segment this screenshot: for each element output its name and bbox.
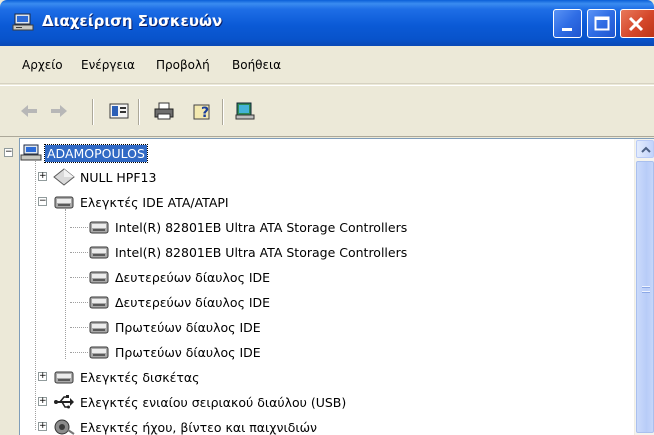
- tree-node-intel-controller-2[interactable]: Intel(R) 82801EB Ultra ATA Storage Contr…: [88, 241, 409, 263]
- menu-action-label: Ενέργεια: [81, 58, 135, 72]
- expand-button[interactable]: +: [38, 422, 47, 431]
- ide-controller-icon: [89, 246, 109, 259]
- window-title: Διαχείριση Συσκευών: [42, 12, 223, 30]
- tree-node-label: Ελεγκτές IDE ATA/ATAPI: [80, 194, 229, 210]
- expand-button[interactable]: +: [38, 397, 47, 406]
- maximize-button[interactable]: [587, 9, 616, 38]
- help-icon[interactable]: ?: [192, 101, 214, 121]
- usb-icon: [54, 395, 74, 409]
- vertical-scrollbar[interactable]: [634, 139, 654, 435]
- tree-node-sound-controllers[interactable]: Ελεγκτές ήχου, βίντεο και παιχνιδιών: [53, 416, 319, 435]
- menu-view[interactable]: Προβολή: [156, 58, 210, 72]
- tree-connector: [70, 227, 88, 228]
- tree-node-label: Intel(R) 82801EB Ultra ATA Storage Contr…: [115, 219, 408, 235]
- collapse-button[interactable]: −: [4, 148, 13, 157]
- toolbar-separator: [222, 99, 224, 125]
- tree-node-label: Intel(R) 82801EB Ultra ATA Storage Contr…: [115, 244, 408, 260]
- tree-node-usb-controllers[interactable]: Ελεγκτές ενιαίου σειριακού διαύλου (USB): [53, 391, 348, 413]
- toolbar-separator: [138, 99, 140, 125]
- diamond-device-icon: [53, 168, 75, 186]
- expand-button[interactable]: +: [38, 372, 47, 381]
- ide-controller-icon: [89, 346, 109, 359]
- tree-node-label: Ελεγκτές ενιαίου σειριακού διαύλου (USB): [80, 394, 347, 410]
- tree-node-label: Δευτερεύων δίαυλος IDE: [115, 269, 271, 285]
- scroll-up-button[interactable]: [636, 140, 654, 158]
- menu-file[interactable]: Αρχείο: [22, 58, 63, 72]
- tree-node-secondary-ide-1[interactable]: Δευτερεύων δίαυλος IDE: [88, 266, 272, 288]
- ide-controller-icon: [89, 296, 109, 309]
- collapse-button[interactable]: −: [38, 197, 47, 206]
- minimize-button[interactable]: [553, 9, 582, 38]
- svg-text:?: ?: [201, 105, 209, 121]
- computer-icon: [20, 144, 42, 161]
- tree-connector: [35, 155, 36, 430]
- tree-node-label: NULL HPF13: [80, 169, 157, 185]
- properties-icon[interactable]: [108, 101, 130, 121]
- sound-icon: [54, 419, 75, 435]
- tree-node-secondary-ide-2[interactable]: Δευτερεύων δίαυλος IDE: [88, 291, 272, 313]
- tree-node-floppy-controllers[interactable]: Ελεγκτές δισκέτας: [53, 366, 201, 388]
- tree-connector: [70, 302, 88, 303]
- chevron-up-icon: [641, 146, 651, 153]
- scan-hardware-icon[interactable]: [234, 101, 256, 121]
- tree-node-null-hpf13[interactable]: NULL HPF13: [53, 166, 158, 188]
- tree-connector: [70, 252, 88, 253]
- tree-connector: [70, 352, 88, 353]
- ide-controller-icon: [89, 271, 109, 284]
- scroll-thumb[interactable]: [636, 161, 654, 433]
- tree-node-label: Ελεγκτές ήχου, βίντεο και παιχνιδιών: [80, 419, 318, 435]
- tree-node-label: ADAMOPOULOS: [44, 143, 148, 163]
- minimize-icon: [562, 28, 572, 31]
- ide-controller-icon: [54, 196, 74, 209]
- print-icon[interactable]: [153, 101, 175, 121]
- tree-node-label: Πρωτεύων δίαυλος IDE: [115, 319, 261, 335]
- tree-node-primary-ide-1[interactable]: Πρωτεύων δίαυλος IDE: [88, 316, 263, 338]
- ide-controller-icon: [89, 321, 109, 334]
- menu-file-label: Αρχείο: [22, 58, 63, 72]
- device-manager-icon: [12, 13, 34, 31]
- toolbar-separator: [92, 99, 94, 125]
- menu-help-label: Βοήθεια: [232, 58, 281, 72]
- tree-node-computer[interactable]: ADAMOPOULOS: [20, 142, 148, 164]
- tree-node-ide-controllers[interactable]: Ελεγκτές IDE ATA/ATAPI: [53, 191, 231, 213]
- menu-bar: Αρχείο Ενέργεια Προβολή Βοήθεια: [0, 46, 654, 84]
- tree-node-label: Δευτερεύων δίαυλος IDE: [115, 294, 271, 310]
- expand-button[interactable]: +: [38, 172, 47, 181]
- scroll-grip: [642, 291, 650, 293]
- floppy-controller-icon: [54, 371, 74, 384]
- menu-action[interactable]: Ενέργεια: [81, 58, 135, 72]
- back-arrow-icon[interactable]: [18, 101, 40, 121]
- tree-node-label: Πρωτεύων δίαυλος IDE: [115, 344, 261, 360]
- title-bar[interactable]: Διαχείριση Συσκευών: [0, 0, 654, 46]
- tree-connector: [70, 327, 88, 328]
- tree-connector: [65, 209, 66, 359]
- close-icon: [628, 16, 644, 32]
- device-tree[interactable]: − ADAMOPOULOS + NULL HPF13 − Ελεγκτές ID…: [4, 138, 654, 435]
- maximize-icon: [594, 16, 610, 31]
- ide-controller-icon: [89, 221, 109, 234]
- toolbar: ?: [0, 85, 654, 137]
- tree-connector: [70, 277, 88, 278]
- close-button[interactable]: [620, 9, 654, 38]
- menu-help[interactable]: Βοήθεια: [232, 58, 281, 72]
- tree-node-label: Ελεγκτές δισκέτας: [80, 369, 200, 385]
- scroll-grip: [642, 286, 650, 288]
- forward-arrow-icon[interactable]: [48, 101, 70, 121]
- menu-view-label: Προβολή: [156, 58, 210, 72]
- tree-node-primary-ide-2[interactable]: Πρωτεύων δίαυλος IDE: [88, 341, 263, 363]
- tree-node-intel-controller-1[interactable]: Intel(R) 82801EB Ultra ATA Storage Contr…: [88, 216, 409, 238]
